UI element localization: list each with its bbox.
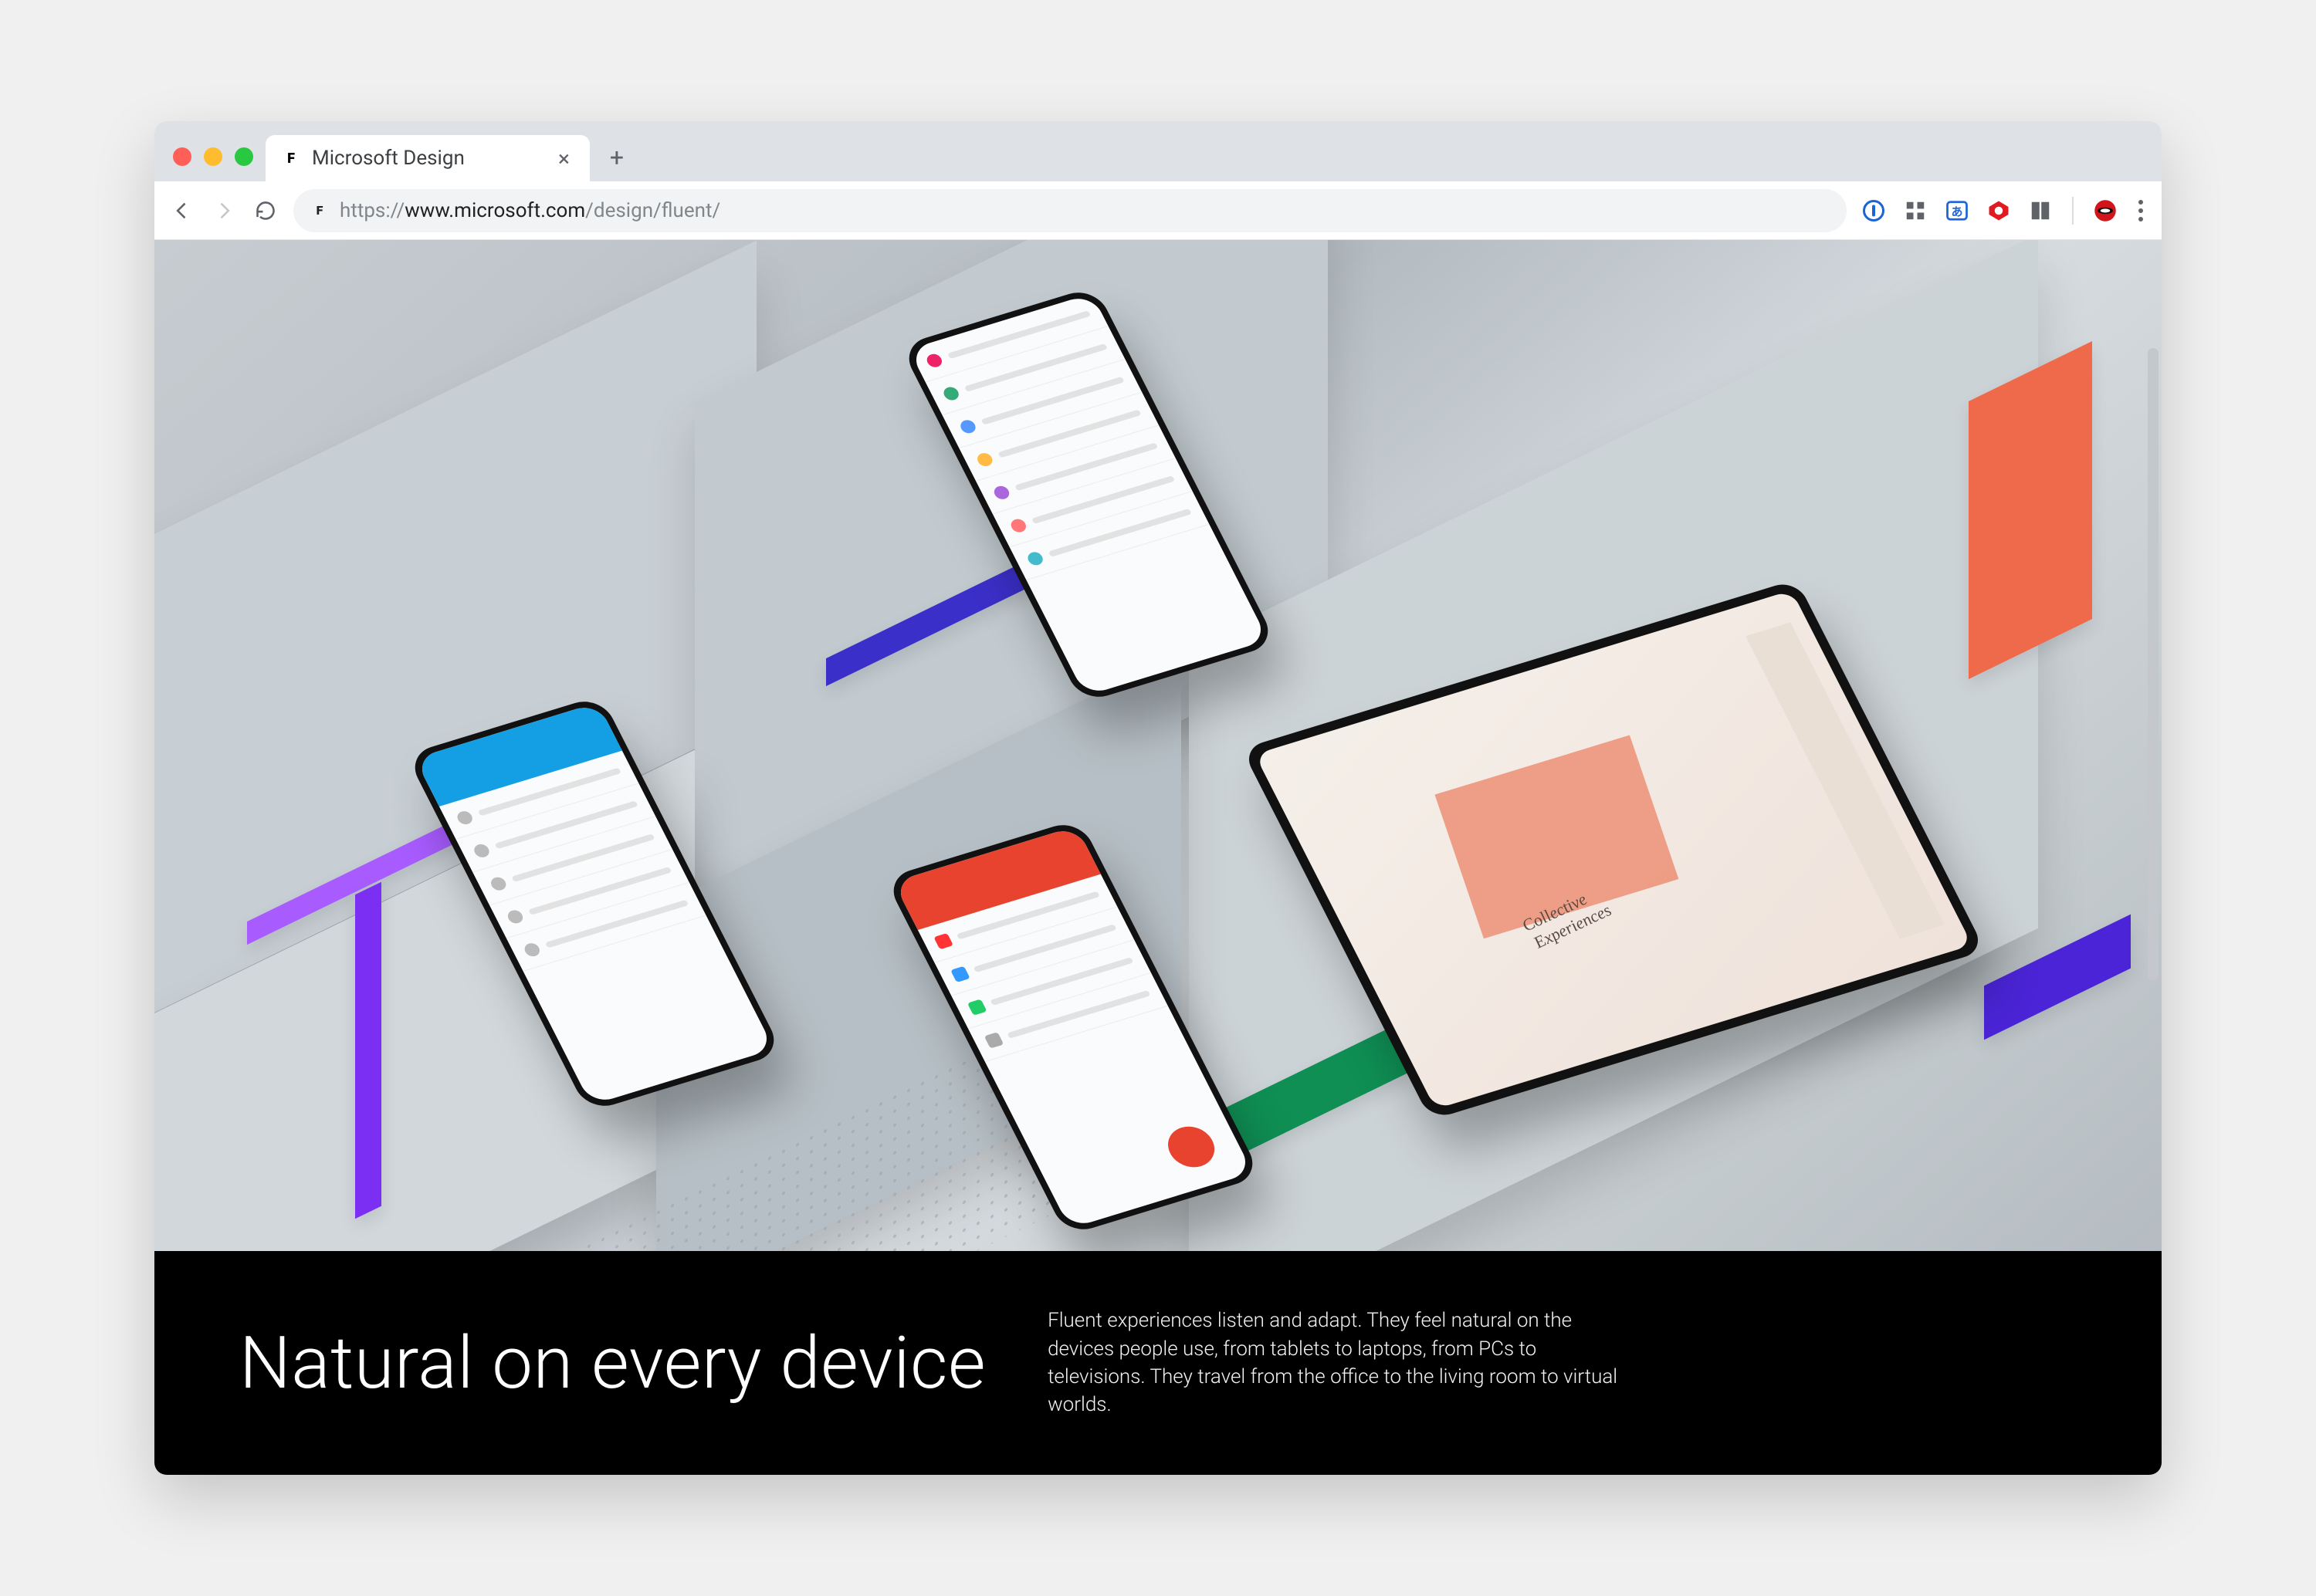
svg-text:あ: あ: [1951, 205, 1962, 218]
extension-1password-icon[interactable]: [1861, 198, 1887, 224]
titlebar: F Microsoft Design × +: [154, 121, 2162, 181]
close-window-button[interactable]: [173, 147, 191, 166]
back-button[interactable]: [168, 197, 196, 225]
site-identity-icon: F: [310, 201, 329, 220]
minimize-window-button[interactable]: [204, 147, 222, 166]
extension-icons: あ: [1861, 197, 2148, 225]
zoom-window-button[interactable]: [235, 147, 253, 166]
extension-reader-icon[interactable]: [2027, 198, 2054, 224]
tab-close-button[interactable]: ×: [554, 146, 574, 171]
url-path: /design/fluent/: [585, 199, 720, 222]
hero-body: Fluent experiences listen and adapt. The…: [1048, 1307, 1634, 1419]
browser-tab[interactable]: F Microsoft Design ×: [266, 135, 590, 181]
extension-adblock-icon[interactable]: [1986, 198, 2012, 224]
extension-grid-icon[interactable]: [1902, 198, 1928, 224]
fab-icon: [1160, 1121, 1222, 1173]
accent-purple-side: [355, 882, 381, 1219]
favicon-icon: F: [281, 148, 301, 168]
profile-avatar-icon[interactable]: [2092, 198, 2118, 224]
url-text: https://www.microsoft.com/design/fluent/: [340, 199, 720, 222]
forward-button[interactable]: [210, 197, 238, 225]
new-tab-button[interactable]: +: [598, 138, 636, 177]
tab-title: Microsoft Design: [312, 147, 543, 170]
address-bar[interactable]: F https://www.microsoft.com/design/fluen…: [293, 189, 1847, 232]
browser-menu-button[interactable]: [2134, 200, 2148, 221]
vertical-scrollbar[interactable]: [2148, 348, 2159, 981]
url-host: www.microsoft.com: [405, 199, 585, 222]
page-content: Collective Experiences Natural on ever: [154, 240, 2162, 1475]
toolbar: F https://www.microsoft.com/design/fluen…: [154, 181, 2162, 240]
reload-button[interactable]: [252, 197, 279, 225]
extension-translate-icon[interactable]: あ: [1944, 198, 1970, 224]
toolbar-divider: [2072, 197, 2074, 225]
hero-text-section: Natural on every device Fluent experienc…: [154, 1251, 2162, 1475]
url-scheme: https://: [340, 199, 405, 222]
window-controls: [167, 147, 266, 181]
accent-orange: [1969, 341, 2092, 679]
hero-headline: Natural on every device: [239, 1320, 986, 1405]
browser-window: F Microsoft Design × + F https://www.mic…: [154, 121, 2162, 1475]
